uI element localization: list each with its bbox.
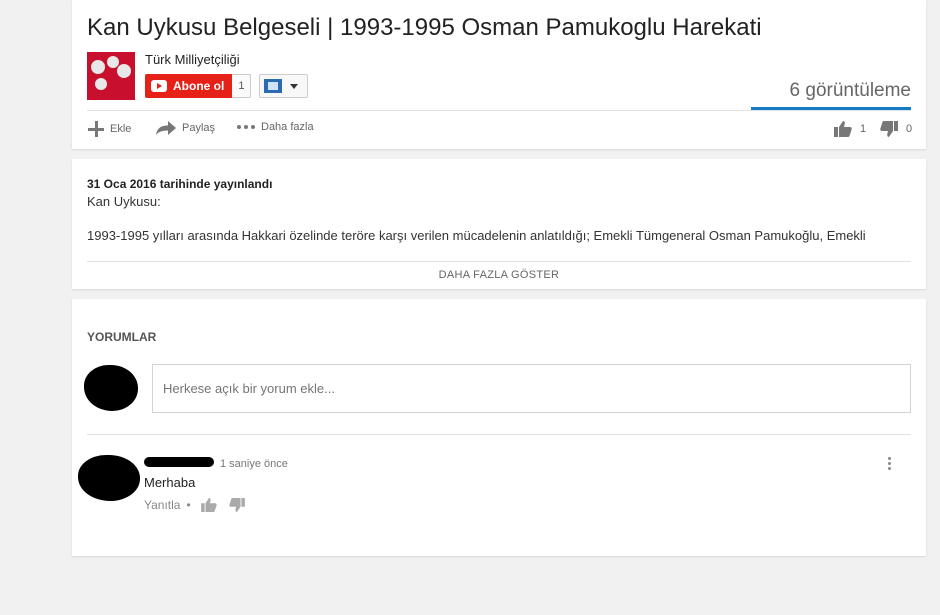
thumbs-down-icon [880, 121, 898, 137]
video-header-card: Kan Uykusu Belgeseli | 1993-1995 Osman P… [72, 0, 926, 149]
more-horizontal-icon [237, 125, 255, 129]
comment-menu-icon[interactable] [888, 457, 891, 470]
notification-settings-button[interactable] [259, 74, 308, 98]
thumbs-up-icon[interactable] [200, 498, 217, 512]
thumbs-down-icon[interactable] [229, 498, 245, 512]
thumbs-up-icon [834, 121, 852, 137]
dislike-button[interactable]: 0 [880, 121, 912, 137]
publish-date: 31 Oca 2016 tarihinde yayınlandı [87, 177, 273, 191]
avatar [78, 455, 140, 501]
dislike-count: 0 [906, 123, 913, 135]
subscribe-main[interactable]: Abone ol [145, 74, 233, 98]
add-to-button[interactable]: Ekle [88, 121, 131, 137]
separator: • [186, 498, 191, 512]
more-label: Daha fazla [261, 121, 314, 133]
share-icon [156, 121, 176, 135]
like-button[interactable]: 1 [834, 121, 866, 137]
description-line: Kan Uykusu: [87, 194, 161, 209]
comment-text: Merhaba [144, 475, 196, 490]
subscribe-button[interactable]: Abone ol 1 [145, 74, 252, 98]
comments-heading: YORUMLAR [87, 330, 157, 344]
share-button[interactable]: Paylaş [156, 121, 215, 135]
comment-input[interactable] [152, 364, 911, 413]
youtube-logo-icon [151, 80, 167, 92]
add-label: Ekle [110, 123, 132, 135]
comment-actions: Yanıtla • [144, 498, 245, 512]
plus-icon [88, 121, 104, 137]
show-more-button[interactable]: DAHA FAZLA GÖSTER [72, 269, 926, 281]
comment-author-redacted[interactable] [144, 457, 214, 467]
divider [87, 110, 911, 111]
like-count: 1 [860, 123, 867, 135]
video-title: Kan Uykusu Belgeseli | 1993-1995 Osman P… [87, 14, 762, 41]
view-count: 6 görüntüleme [789, 80, 911, 101]
settings-thumbnail-icon [264, 79, 282, 93]
avatar [84, 365, 138, 411]
reply-button[interactable]: Yanıtla [144, 498, 180, 512]
share-label: Paylaş [182, 122, 216, 134]
description-card: 31 Oca 2016 tarihinde yayınlandı Kan Uyk… [72, 159, 926, 289]
divider [87, 434, 911, 435]
subscribe-label: Abone ol [173, 79, 225, 93]
comments-card: YORUMLAR 1 saniye önce Merhaba Yanıtla • [72, 299, 926, 556]
channel-name[interactable]: Türk Milliyetçiliği [145, 52, 240, 67]
chevron-down-icon [290, 83, 298, 89]
description-line: 1993-1995 yılları arasında Hakkari özeli… [87, 228, 866, 243]
channel-avatar[interactable] [87, 52, 135, 100]
comment-timestamp[interactable]: 1 saniye önce [220, 458, 288, 470]
subscriber-count: 1 [232, 74, 252, 98]
more-button[interactable]: Daha fazla [237, 121, 314, 133]
divider [87, 261, 911, 262]
